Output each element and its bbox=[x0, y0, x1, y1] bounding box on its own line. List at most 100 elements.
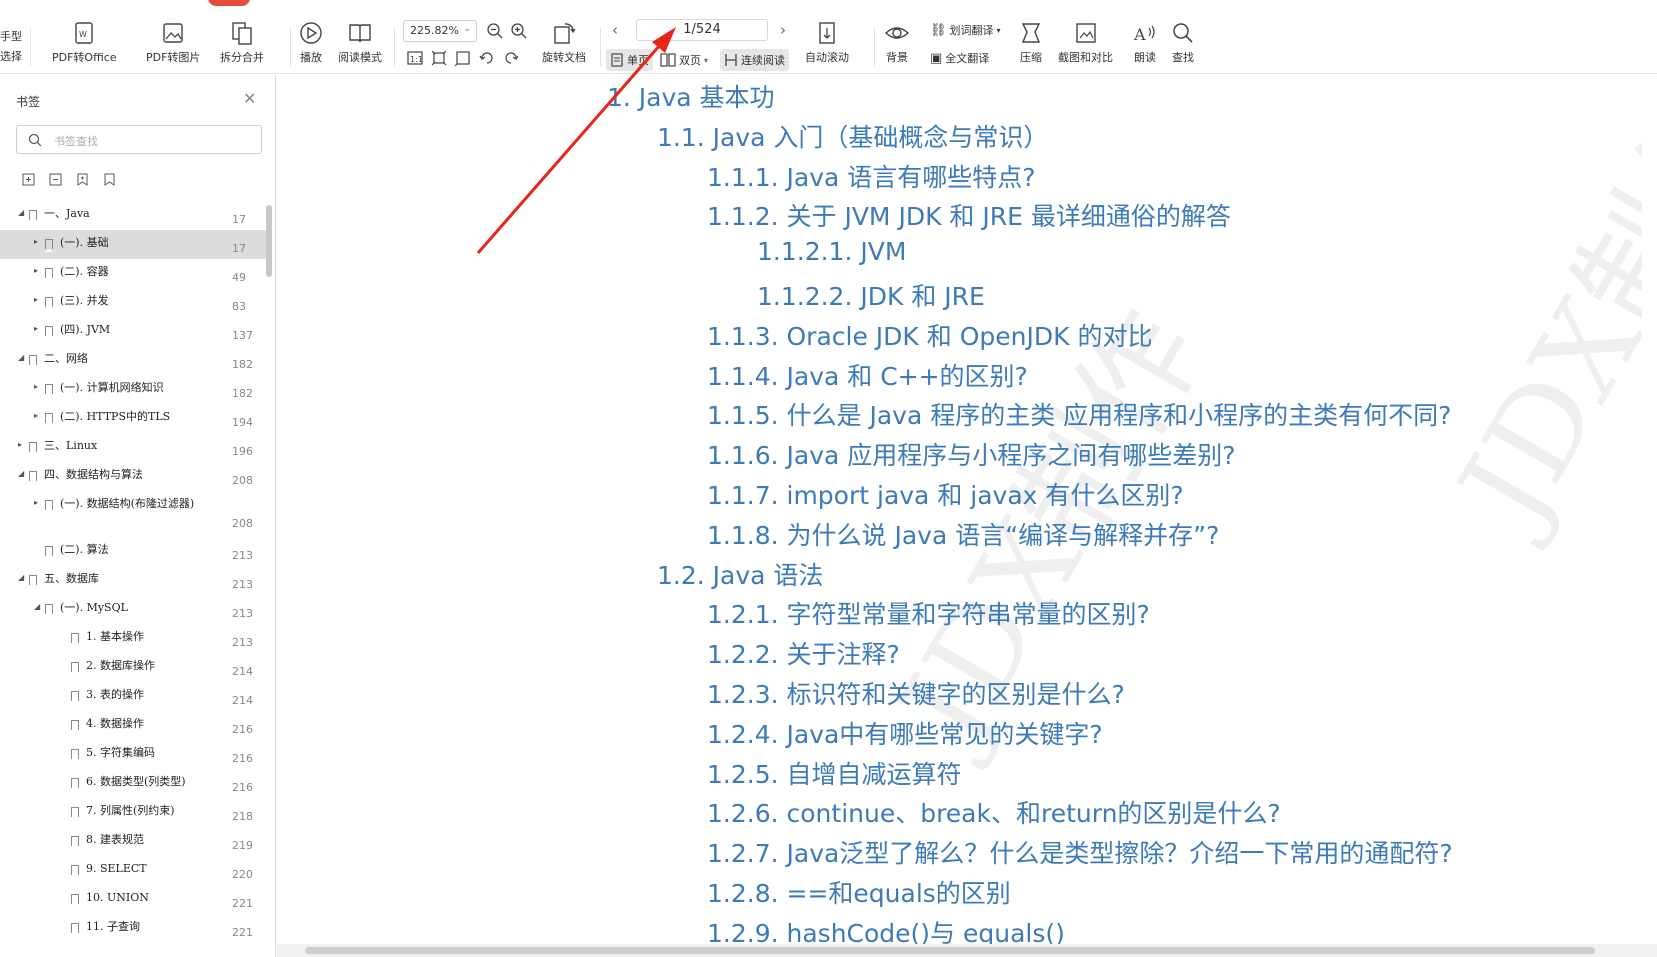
prev-page-icon[interactable]: ‹ bbox=[612, 21, 618, 39]
read-mode-button[interactable]: 阅读模式 bbox=[338, 20, 382, 74]
scroll-thumb[interactable] bbox=[305, 947, 1595, 954]
toc-entry[interactable]: 1.2.3. 标识符和关键字的区别是什么? bbox=[707, 675, 1125, 711]
toc-entry[interactable]: 1.2.8. ==和equals的区别 bbox=[707, 874, 1011, 910]
full-translate-button[interactable]: ▣ 全文翻译 bbox=[930, 50, 989, 66]
next-page-icon[interactable]: › bbox=[780, 21, 786, 39]
bookmark-item[interactable]: 4. 数据操作 216 bbox=[0, 711, 266, 740]
toc-entry[interactable]: 1.2.6. continue、break、和return的区别是什么? bbox=[707, 794, 1281, 830]
add-bookmark-icon[interactable] bbox=[74, 171, 90, 187]
collapsed-arrow-icon[interactable]: ▸ bbox=[34, 237, 44, 246]
collapsed-arrow-icon[interactable]: ▸ bbox=[34, 382, 44, 391]
horizontal-scrollbar[interactable] bbox=[277, 944, 1657, 957]
toc-entry[interactable]: 1.1.7. import java 和 javax 有什么区别? bbox=[707, 476, 1184, 512]
compress-button[interactable]: 压缩 bbox=[1018, 20, 1044, 74]
toc-entry[interactable]: 1.2.9. hashCode()与 equals() bbox=[707, 914, 1065, 944]
toc-entry[interactable]: 1.1.4. Java 和 C++的区别? bbox=[707, 357, 1028, 393]
expanded-arrow-icon[interactable]: ◢ bbox=[18, 469, 28, 478]
toc-entry[interactable]: 1.1.8. 为什么说 Java 语言“编译与解释并存”? bbox=[707, 516, 1219, 552]
continuous-read-button[interactable]: 连续阅读 bbox=[720, 49, 789, 71]
single-page-button[interactable]: 单页 bbox=[606, 49, 653, 71]
bookmark-scrollbar[interactable] bbox=[266, 205, 272, 277]
toc-entry[interactable]: 1.1. Java 入门（基础概念与常识） bbox=[657, 118, 1048, 154]
expanded-arrow-icon[interactable]: ◢ bbox=[34, 602, 44, 611]
toc-entry[interactable]: 1.2.4. Java中有哪些常见的关键字? bbox=[707, 715, 1103, 751]
collapse-all-icon[interactable] bbox=[47, 171, 63, 187]
expand-all-icon[interactable] bbox=[20, 171, 36, 187]
toc-entry[interactable]: 1.1.3. Oracle JDK 和 OpenJDK 的对比 bbox=[707, 317, 1152, 353]
find-button[interactable]: 查找 bbox=[1170, 20, 1196, 74]
auto-scroll-button[interactable]: 自动滚动 bbox=[805, 20, 849, 74]
bookmark-item[interactable]: 8. 建表规范 219 bbox=[0, 827, 266, 856]
bookmark-item[interactable]: ◢ 五、数据库 213 bbox=[0, 566, 266, 595]
word-translate-button[interactable]: ⛓ 划词翻译 ▾ bbox=[930, 22, 1001, 38]
bookmark-item[interactable]: ◢ 四、数据结构与算法 208 bbox=[0, 462, 266, 491]
toc-entry[interactable]: 1.2. Java 语法 bbox=[657, 556, 823, 592]
toc-entry[interactable]: 1. Java 基本功 bbox=[607, 78, 775, 114]
hand-select-tool[interactable]: 手型 选择 bbox=[0, 24, 22, 70]
bookmark-item[interactable]: ▸ (一). 基础 17 bbox=[0, 230, 266, 259]
document-view[interactable]: JDX制作 JDX制作 1. Java 基本功 1.1. Java 入门（基础概念… bbox=[277, 75, 1657, 944]
actual-size-icon[interactable]: 1:1 bbox=[406, 49, 424, 67]
page-number-input[interactable]: 1/524 bbox=[636, 19, 768, 41]
pdf-to-office-button[interactable]: W PDF转Office bbox=[52, 20, 117, 74]
bookmark-item[interactable]: 7. 列属性(列约束) 218 bbox=[0, 798, 266, 827]
bookmark-item[interactable]: 1. 基本操作 213 bbox=[0, 624, 266, 653]
screenshot-compare-button[interactable]: 截图和对比 bbox=[1058, 20, 1113, 74]
toc-entry[interactable]: 1.1.2.2. JDK 和 JRE bbox=[757, 277, 985, 313]
bookmark-item[interactable]: (二). 算法 213 bbox=[0, 537, 266, 566]
fit-page-icon[interactable] bbox=[430, 49, 448, 67]
toc-entry[interactable]: 1.2.1. 字符型常量和字符串常量的区别? bbox=[707, 595, 1150, 631]
double-page-button[interactable]: 双页 ▾ bbox=[656, 49, 712, 71]
bookmark-item[interactable]: 11. 子查询 221 bbox=[0, 914, 266, 943]
collapsed-arrow-icon[interactable]: ▸ bbox=[34, 324, 44, 333]
split-merge-button[interactable]: 拆分合并 bbox=[220, 20, 264, 74]
toc-entry[interactable]: 1.2.2. 关于注释? bbox=[707, 635, 900, 671]
bookmark-item[interactable]: ◢ 一、Java 17 bbox=[0, 201, 266, 230]
bookmark-item[interactable]: ◢ (一). MySQL 213 bbox=[0, 595, 266, 624]
zoom-in-icon[interactable] bbox=[510, 22, 528, 40]
fit-width-icon[interactable] bbox=[454, 49, 472, 67]
bookmark-item[interactable]: ▸ (二). 容器 49 bbox=[0, 259, 266, 288]
rotate-right-icon[interactable] bbox=[502, 49, 520, 67]
bookmark-search-input[interactable]: 书签查找 bbox=[16, 125, 262, 154]
collapsed-arrow-icon[interactable]: ▸ bbox=[34, 498, 44, 507]
collapsed-arrow-icon[interactable]: ▸ bbox=[18, 440, 28, 449]
toc-entry[interactable]: 1.1.6. Java 应用程序与小程序之间有哪些差别? bbox=[707, 436, 1236, 472]
rotate-left-icon[interactable] bbox=[478, 49, 496, 67]
collapsed-arrow-icon[interactable]: ▸ bbox=[34, 411, 44, 420]
bookmark-item[interactable]: 10. UNION 221 bbox=[0, 885, 266, 914]
bookmark-item[interactable]: ▸ (二). HTTPS中的TLS 194 bbox=[0, 404, 266, 433]
bookmark-item[interactable]: 2. 数据库操作 214 bbox=[0, 653, 266, 682]
pdf-to-image-button[interactable]: PDF转图片 bbox=[146, 20, 200, 74]
rotate-doc-button[interactable]: 旋转文档 bbox=[542, 20, 586, 74]
vertical-scrollbar[interactable] bbox=[1642, 75, 1657, 944]
toc-entry[interactable]: 1.1.1. Java 语言有哪些特点? bbox=[707, 158, 1036, 194]
expanded-arrow-icon[interactable]: ◢ bbox=[18, 573, 28, 582]
zoom-out-icon[interactable] bbox=[486, 22, 504, 40]
collapsed-arrow-icon[interactable]: ▸ bbox=[34, 295, 44, 304]
bookmark-item[interactable]: 3. 表的操作 214 bbox=[0, 682, 266, 711]
play-button[interactable]: 播放 bbox=[298, 20, 324, 74]
toc-entry[interactable]: 1.2.5. 自增自减运算符 bbox=[707, 755, 962, 791]
start-tab-highlight[interactable] bbox=[208, 0, 250, 6]
zoom-select[interactable]: 225.82% ⌄ bbox=[403, 20, 477, 42]
toc-entry[interactable]: 1.1.5. 什么是 Java 程序的主类 应用程序和小程序的主类有何不同? bbox=[707, 396, 1451, 432]
bookmark-item[interactable]: 6. 数据类型(列类型) 216 bbox=[0, 769, 266, 798]
bookmark-icon[interactable] bbox=[101, 171, 117, 187]
toc-entry[interactable]: 1.2.7. Java泛型了解么？什么是类型擦除？介绍一下常用的通配符? bbox=[707, 834, 1453, 870]
close-icon[interactable]: ✕ bbox=[243, 89, 256, 108]
expanded-arrow-icon[interactable]: ◢ bbox=[18, 353, 28, 362]
bookmark-item[interactable]: ▸ (三). 并发 83 bbox=[0, 288, 266, 317]
bookmark-item[interactable]: ▸ (一). 计算机网络知识 182 bbox=[0, 375, 266, 404]
bookmark-item[interactable]: ▸ (一). 数据结构(布隆过滤器) 208 bbox=[0, 491, 266, 537]
expanded-arrow-icon[interactable]: ◢ bbox=[18, 208, 28, 217]
bookmark-item[interactable]: ▸ (四). JVM 137 bbox=[0, 317, 266, 346]
bookmark-item[interactable]: 5. 字符集编码 216 bbox=[0, 740, 266, 769]
bookmark-item[interactable]: ▸ 三、Linux 196 bbox=[0, 433, 266, 462]
toc-entry[interactable]: 1.1.2.1. JVM bbox=[757, 237, 906, 266]
background-button[interactable]: 背景 bbox=[884, 20, 910, 74]
bookmark-item[interactable]: ◢ 二、网络 182 bbox=[0, 346, 266, 375]
collapsed-arrow-icon[interactable]: ▸ bbox=[34, 266, 44, 275]
read-aloud-button[interactable]: A 朗读 bbox=[1132, 20, 1158, 74]
bookmark-item[interactable]: 9. SELECT 220 bbox=[0, 856, 266, 885]
